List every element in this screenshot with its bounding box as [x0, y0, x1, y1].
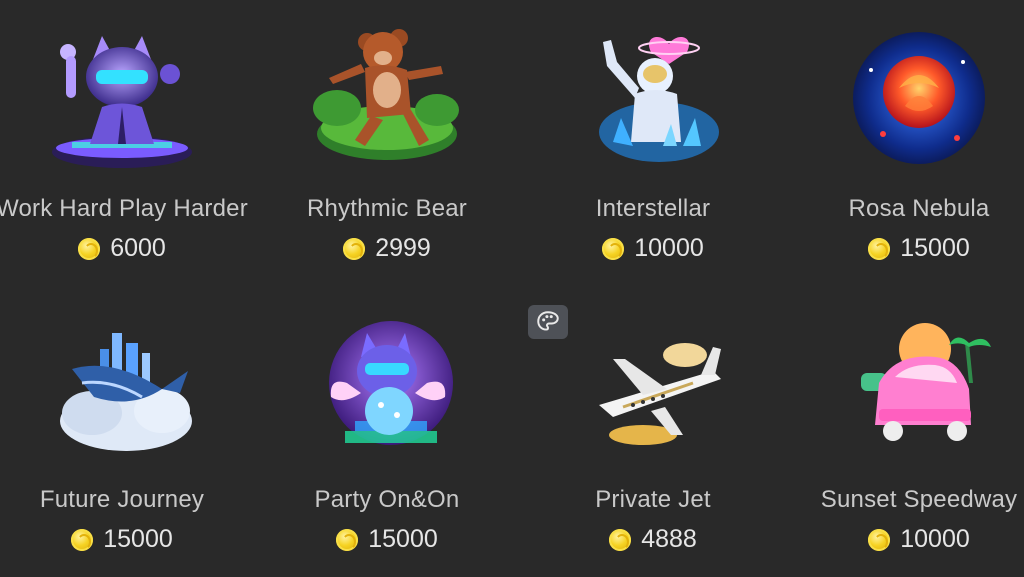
gift-private-jet[interactable]: Private Jet 4888 — [523, 313, 783, 573]
price-value: 15000 — [103, 525, 173, 553]
rose-nebula-icon — [853, 32, 985, 164]
coin-icon — [336, 528, 359, 551]
gift-price: 10000 — [523, 234, 783, 263]
gift-price: 15000 — [0, 525, 252, 554]
price-value: 10000 — [900, 525, 970, 553]
coin-icon — [71, 528, 94, 551]
gift-price: 2999 — [257, 234, 517, 263]
coin-icon — [868, 237, 891, 260]
cat-dj-icon — [52, 36, 192, 168]
price-value: 6000 — [110, 234, 166, 262]
gift-rhythmic-bear[interactable]: Rhythmic Bear 2999 — [257, 22, 517, 282]
gift-price: 15000 — [789, 234, 1024, 263]
palette-button[interactable] — [528, 305, 568, 339]
gift-name: Private Jet — [595, 486, 711, 513]
coin-icon — [602, 237, 625, 260]
price-value: 15000 — [368, 525, 438, 553]
whale-city-icon — [60, 333, 192, 451]
gift-price: 6000 — [0, 234, 252, 263]
gift-party-on-and-on[interactable]: Party On&On 15000 — [257, 313, 517, 573]
gift-future-journey[interactable]: Future Journey 15000 — [0, 313, 252, 573]
coin-icon — [343, 237, 366, 260]
astronaut-icon — [599, 37, 719, 162]
gift-name: Work Hard Play Harder — [0, 195, 248, 222]
gift-name: Sunset Speedway — [820, 486, 1018, 513]
gift-name: Rosa Nebula — [848, 195, 990, 222]
palette-icon — [537, 311, 559, 331]
gift-price: 10000 — [789, 525, 1024, 554]
price-value: 15000 — [900, 234, 970, 262]
gift-price: 4888 — [523, 525, 783, 554]
gift-name: Party On&On — [314, 486, 460, 513]
bear-icon — [313, 29, 459, 160]
coin-icon — [609, 528, 632, 551]
jet-icon — [599, 343, 721, 445]
price-value: 10000 — [634, 234, 704, 262]
gift-price: 15000 — [257, 525, 517, 554]
coin-icon — [78, 237, 101, 260]
pink-car-icon — [861, 323, 991, 441]
gift-sunset-speedway[interactable]: Sunset Speedway 10000 — [789, 313, 1024, 573]
gift-rosa-nebula[interactable]: Rosa Nebula 15000 — [789, 22, 1024, 282]
coin-icon — [868, 528, 891, 551]
price-value: 4888 — [641, 525, 697, 553]
gift-name: Interstellar — [595, 195, 711, 222]
gift-name: Future Journey — [39, 486, 205, 513]
party-cat-icon — [329, 321, 453, 445]
price-value: 2999 — [375, 234, 431, 262]
gift-interstellar[interactable]: Interstellar 10000 — [523, 22, 783, 282]
gift-work-hard-play-harder[interactable]: Work Hard Play Harder 6000 — [0, 22, 252, 282]
gift-grid: Work Hard Play Harder 6000 Rhythmic Bear — [0, 0, 1024, 577]
gift-name: Rhythmic Bear — [307, 195, 467, 222]
